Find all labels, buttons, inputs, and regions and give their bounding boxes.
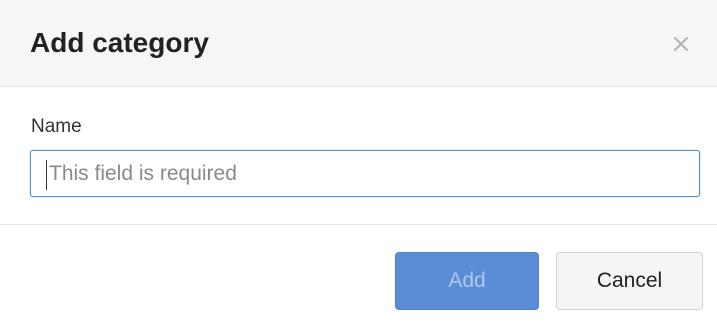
add-button[interactable]: Add <box>395 252 539 310</box>
dialog-title: Add category <box>30 27 209 58</box>
text-cursor <box>46 160 47 190</box>
dialog-footer: Add Cancel <box>0 225 717 322</box>
close-button[interactable] <box>664 27 698 61</box>
dialog-body: Name <box>0 87 717 224</box>
close-icon <box>674 37 688 51</box>
name-input[interactable] <box>30 150 700 197</box>
cancel-button[interactable]: Cancel <box>556 252 703 310</box>
add-category-dialog: Add category Name Add Cancel <box>0 0 717 322</box>
name-label: Name <box>31 116 82 137</box>
dialog-header: Add category <box>0 0 717 87</box>
